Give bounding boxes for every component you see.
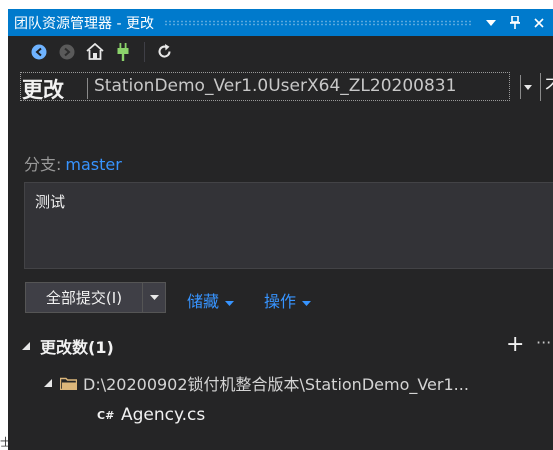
folder-icon bbox=[60, 377, 77, 390]
home-icon[interactable] bbox=[82, 39, 108, 65]
expand-triangle-icon[interactable] bbox=[44, 379, 56, 387]
branch-link[interactable]: master bbox=[65, 155, 121, 174]
page-title: 更改 bbox=[22, 78, 64, 102]
refresh-icon[interactable] bbox=[151, 39, 177, 65]
file-name: Agency.cs bbox=[121, 405, 206, 425]
commit-dropdown-icon[interactable] bbox=[143, 283, 165, 312]
title-bar[interactable]: 团队资源管理器 - 更改 bbox=[8, 9, 553, 36]
csharp-file-icon: C# bbox=[97, 408, 115, 422]
toolbar-separator bbox=[144, 41, 145, 62]
actions-link[interactable]: 操作 bbox=[264, 288, 312, 312]
repository-name[interactable]: StationDemo_Ver1.0UserX64_ZL20200831 bbox=[94, 76, 456, 96]
window-title: 团队资源管理器 - 更改 bbox=[14, 15, 154, 32]
actions-label: 操作 bbox=[264, 292, 297, 311]
header-more-text[interactable]: 不 bbox=[540, 73, 553, 101]
folder-path: D:\20200902锁付机整合版本\StationDemo_Ver1... bbox=[83, 375, 469, 394]
commit-all-button-group: 全部提交(I) bbox=[25, 282, 166, 313]
actions-caret-icon bbox=[302, 291, 312, 310]
pin-icon[interactable] bbox=[505, 13, 525, 33]
more-icon[interactable]: ··· bbox=[536, 333, 551, 352]
team-explorer-panel: 团队资源管理器 - 更改 更改 StationDemo_Ver1.0UserX6… bbox=[8, 9, 553, 450]
back-icon[interactable] bbox=[26, 39, 52, 65]
triangle-down-icon[interactable] bbox=[481, 13, 501, 33]
forward-icon[interactable] bbox=[54, 39, 80, 65]
title-divider bbox=[87, 78, 88, 99]
branch-row: 分支: master bbox=[24, 151, 122, 175]
changes-section-header[interactable]: 更改数(1) bbox=[22, 334, 114, 358]
stash-link[interactable]: 储藏 bbox=[187, 288, 235, 312]
commit-message-input[interactable]: 测试 bbox=[24, 182, 553, 269]
file-tree-item[interactable]: C# Agency.cs bbox=[97, 403, 205, 427]
folder-tree-item[interactable]: D:\20200902锁付机整合版本\StationDemo_Ver1... bbox=[44, 372, 469, 394]
stash-label: 储藏 bbox=[187, 292, 220, 311]
commit-all-button[interactable]: 全部提交(I) bbox=[26, 283, 142, 312]
title-grip[interactable] bbox=[163, 19, 471, 26]
close-icon[interactable] bbox=[529, 13, 549, 33]
page-header: 更改 StationDemo_Ver1.0UserX64_ZL20200831 … bbox=[20, 69, 553, 103]
changes-count-title: 更改数(1) bbox=[40, 338, 114, 357]
collapse-triangle-icon[interactable] bbox=[22, 342, 34, 350]
stash-caret-icon bbox=[225, 291, 235, 310]
toolbar bbox=[8, 36, 553, 67]
commit-message-text: 测试 bbox=[35, 193, 66, 211]
branch-label: 分支: bbox=[24, 155, 62, 174]
connect-plug-icon[interactable] bbox=[110, 39, 136, 65]
add-icon[interactable]: + bbox=[506, 333, 524, 357]
repository-dropdown-icon[interactable] bbox=[520, 75, 535, 99]
